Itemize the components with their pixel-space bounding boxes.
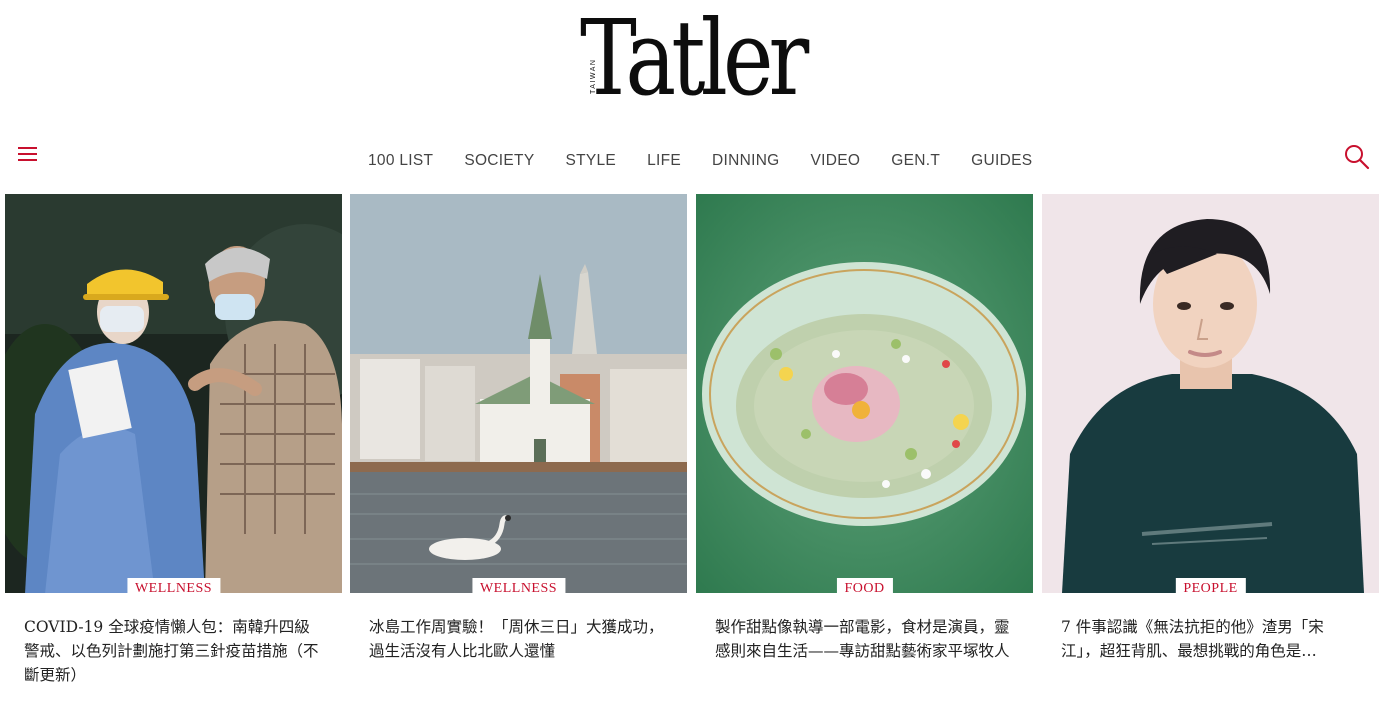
menu-bar [18,159,37,161]
category-badge[interactable]: PEOPLE [1175,578,1246,600]
article-title[interactable]: 冰島工作周實驗！「周休三日」大獲成功，過生活沒有人比北歐人還懂 [369,615,669,663]
nav-item-style[interactable]: STYLE [565,152,616,174]
hamburger-menu-icon[interactable] [18,147,37,162]
nav-item-video[interactable]: VIDEO [811,152,861,174]
article-image-iceland-church[interactable] [350,194,687,593]
category-badge[interactable]: FOOD [836,578,893,600]
article-title[interactable]: 7 件事認識《無法抗拒的他》渣男「宋江」，超狂背肌、最想挑戰的角色是… [1061,615,1361,663]
nav-item-society[interactable]: SOCIETY [464,152,534,174]
nav-item-guides[interactable]: GUIDES [971,152,1032,174]
article-image-actor-portrait[interactable] [1042,194,1379,593]
menu-bar [18,147,37,149]
article-card[interactable]: WELLNESS 冰島工作周實驗！「周休三日」大獲成功，過生活沒有人比北歐人還懂 [350,194,687,707]
nav-item-life[interactable]: LIFE [647,152,681,174]
article-card[interactable]: PEOPLE 7 件事認識《無法抗拒的他》渣男「宋江」，超狂背肌、最想挑戰的角色… [1042,194,1379,707]
article-image-covid-workers[interactable] [5,194,342,593]
search-icon[interactable] [1343,143,1371,171]
article-title[interactable]: 製作甜點像執導一部電影，食材是演員，靈感則來自生活——專訪甜點藝術家平塚牧人 [715,615,1015,663]
menu-bar [18,153,37,155]
main-nav: 100 LIST SOCIETY STYLE LIFE DINNING VIDE… [368,152,1032,174]
article-card[interactable]: FOOD 製作甜點像執導一部電影，食材是演員，靈感則來自生活——專訪甜點藝術家平… [696,194,1033,707]
article-title[interactable]: COVID-19 全球疫情懶人包：南韓升四級警戒、以色列計劃施打第三針疫苗措施（… [24,615,324,687]
article-image-dessert-bowl[interactable] [696,194,1033,593]
logo-wordmark: Tatler [580,0,809,119]
nav-item-gen-t[interactable]: GEN.T [891,152,940,174]
category-badge[interactable]: WELLNESS [471,578,566,600]
nav-item-dinning[interactable]: DINNING [712,152,780,174]
article-grid: WELLNESS COVID-19 全球疫情懶人包：南韓升四級警戒、以色列計劃施… [5,194,1379,707]
article-card[interactable]: WELLNESS COVID-19 全球疫情懶人包：南韓升四級警戒、以色列計劃施… [5,194,342,707]
nav-item-100-list[interactable]: 100 LIST [368,152,433,174]
tatler-logo[interactable]: TAIWAN Tatler [580,6,809,126]
category-badge[interactable]: WELLNESS [126,578,221,600]
